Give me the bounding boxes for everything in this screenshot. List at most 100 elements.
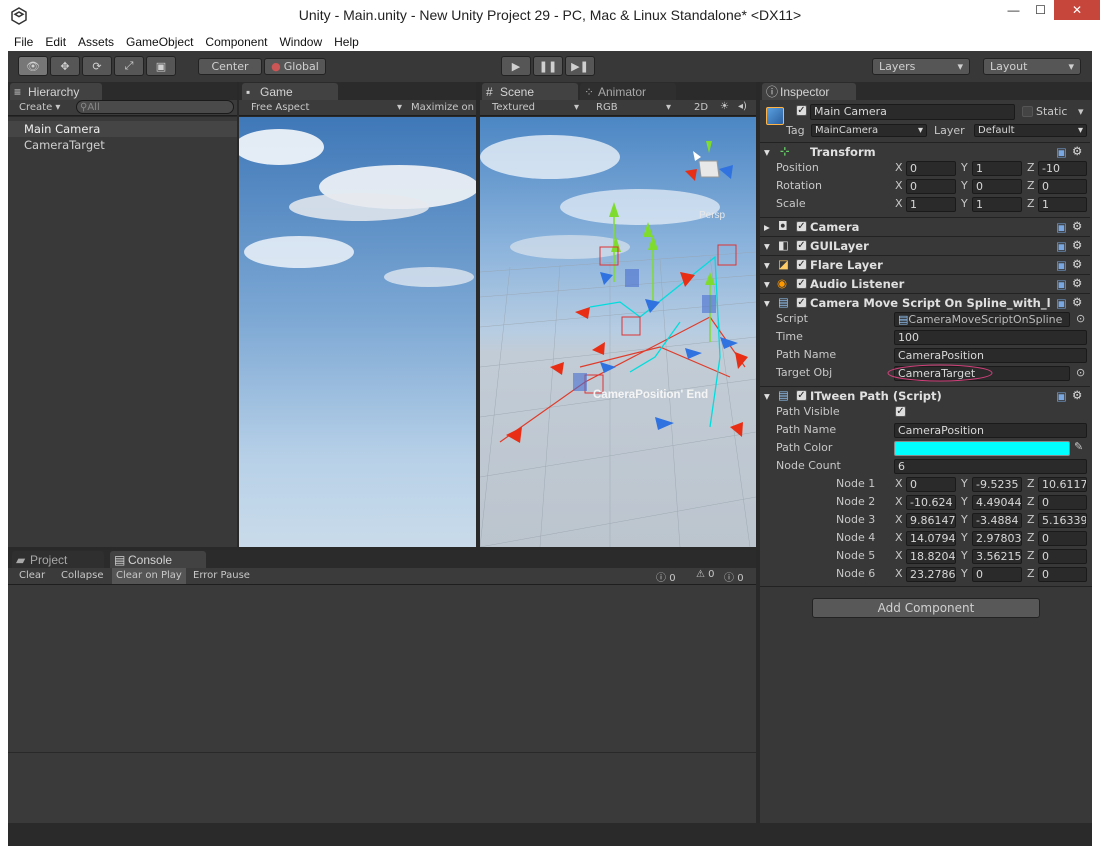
node-4-z-field[interactable]: 0 [1038,531,1087,546]
node-2-x-field[interactable]: -10.624 [906,495,956,510]
hierarchy-item-main-camera[interactable]: Main Camera [24,122,100,136]
menu-gameobject[interactable]: GameObject [120,35,199,49]
settings-gear-icon[interactable]: ⚙ [1072,219,1082,233]
node-2-y-field[interactable]: 4.49044 [972,495,1022,510]
add-component-button[interactable]: Add Component [812,598,1040,618]
node-4-x-field[interactable]: 14.0794 [906,531,956,546]
tab-game[interactable]: ▪ Game [242,83,338,101]
settings-gear-icon[interactable]: ⚙ [1072,295,1082,309]
help-icon[interactable]: ▣ [1056,296,1067,310]
menu-assets[interactable]: Assets [72,35,120,49]
node-1-x-field[interactable]: 0 [906,477,956,492]
pause-button[interactable]: ❚❚ [533,56,563,76]
scale-x-field[interactable]: 1 [906,197,956,212]
tab-inspector[interactable]: ⓘ Inspector [762,83,856,101]
console-log-area[interactable] [8,585,756,752]
tab-scene[interactable]: # Scene [482,83,578,101]
help-icon[interactable]: ▣ [1056,220,1067,234]
position-y-field[interactable]: 1 [972,161,1022,176]
static-checkbox[interactable] [1022,106,1033,117]
script-path-name-field[interactable]: CameraPosition [894,348,1087,363]
camera-move-script-header[interactable]: ▾ ▤ ✓ Camera Move Script On Spline_with_… [760,293,1090,311]
scale-z-field[interactable]: 1 [1038,197,1087,212]
time-field[interactable]: 100 [894,330,1087,345]
shading-dropdown[interactable]: Textured [492,102,535,113]
audio-listener-enabled-checkbox[interactable]: ✓ [796,278,807,289]
tab-console[interactable]: ▤ Console [110,551,206,569]
node-6-z-field[interactable]: 0 [1038,567,1087,582]
log-count-toggle[interactable]: ⓘ 0 [656,569,676,584]
guilayer-component-header[interactable]: ▾ ◧ ✓ GUILayer ▣ ⚙ [760,236,1090,254]
help-icon[interactable]: ▣ [1056,258,1067,272]
node-6-x-field[interactable]: 23.2786 [906,567,956,582]
play-button[interactable]: ▶ [501,56,531,76]
node-count-field[interactable]: 6 [894,459,1087,474]
rotation-x-field[interactable]: 0 [906,179,956,194]
static-dropdown[interactable]: ▾ [1078,105,1084,118]
object-name-field[interactable]: Main Camera [810,104,1015,120]
error-pause-toggle[interactable]: Error Pause [193,570,250,581]
rotation-z-field[interactable]: 0 [1038,179,1087,194]
node-3-y-field[interactable]: -3.4884 [972,513,1022,528]
layout-dropdown[interactable]: Layout ▾ [983,58,1081,75]
scene-gizmo-icon[interactable] [685,141,733,181]
audio-icon[interactable]: ◂) [738,101,747,112]
clear-on-play-toggle[interactable]: Clear on Play [112,568,186,584]
position-z-field[interactable]: -10 [1038,161,1087,176]
rotate-tool-button[interactable]: ⟳ [82,56,112,76]
position-x-field[interactable]: 0 [906,161,956,176]
collapse-button[interactable]: Collapse [61,570,104,581]
active-checkbox[interactable]: ✓ [796,105,807,116]
scale-y-field[interactable]: 1 [972,197,1022,212]
node-6-y-field[interactable]: 0 [972,567,1022,582]
scale-tool-button[interactable]: ⤢ [114,56,144,76]
menu-window[interactable]: Window [273,35,328,49]
audio-listener-component-header[interactable]: ▾ ◉ ✓ Audio Listener ▣ ⚙ [760,274,1090,292]
hierarchy-item-camera-target[interactable]: CameraTarget [24,138,105,152]
pivot-center-button[interactable]: Center [198,58,262,75]
rotation-y-field[interactable]: 0 [972,179,1022,194]
rgb-dropdown[interactable]: RGB [596,102,618,113]
help-icon[interactable]: ▣ [1056,145,1067,159]
menu-edit[interactable]: Edit [39,35,72,49]
node-5-z-field[interactable]: 0 [1038,549,1087,564]
hierarchy-search-input[interactable]: ⚲All [76,100,234,114]
step-button[interactable]: ▶❚ [565,56,595,76]
menu-component[interactable]: Component [199,35,273,49]
layer-dropdown[interactable]: Default ▾ [974,124,1087,137]
move-tool-button[interactable]: ✥ [50,56,80,76]
node-1-y-field[interactable]: -9.5235 [972,477,1022,492]
layers-dropdown[interactable]: Layers ▾ [872,58,970,75]
settings-gear-icon[interactable]: ⚙ [1072,388,1082,402]
scene-view[interactable]: Persp CameraPosition' End [479,117,757,548]
help-icon[interactable]: ▣ [1056,277,1067,291]
script-reference-field[interactable]: ▤CameraMoveScriptOnSpline [894,312,1070,327]
guilayer-enabled-checkbox[interactable]: ✓ [796,240,807,251]
camera-enabled-checkbox[interactable]: ✓ [796,221,807,232]
path-color-swatch[interactable] [894,441,1070,456]
node-1-z-field[interactable]: 10.6117 [1038,477,1087,492]
menu-file[interactable]: File [8,35,39,49]
pivot-global-button[interactable]: ● Global [264,58,326,75]
menu-help[interactable]: Help [328,35,365,49]
settings-gear-icon[interactable]: ⚙ [1072,257,1082,271]
flare-layer-component-header[interactable]: ▾ ◪ ✓ Flare Layer ▣ ⚙ [760,255,1090,273]
script-enabled-checkbox[interactable]: ✓ [796,297,807,308]
2d-toggle[interactable]: 2D [694,102,708,113]
node-5-y-field[interactable]: 3.56215 [972,549,1022,564]
settings-gear-icon[interactable]: ⚙ [1072,144,1082,158]
error-count-toggle[interactable]: ⓘ 0 [724,569,744,584]
view-tool-button[interactable]: 👁 [18,56,48,76]
path-visible-checkbox[interactable]: ✓ [895,406,906,417]
camera-component-header[interactable]: ▸ ◘ ✓ Camera ▣ ⚙ [760,217,1090,235]
help-icon[interactable]: ▣ [1056,389,1067,403]
itween-enabled-checkbox[interactable]: ✓ [796,390,807,401]
maximize-button[interactable]: ☐ [1027,0,1054,20]
tab-hierarchy[interactable]: ≡ Hierarchy [10,83,102,101]
help-icon[interactable]: ▣ [1056,239,1067,253]
maximize-on-play-toggle[interactable]: Maximize on [411,102,474,113]
flare-enabled-checkbox[interactable]: ✓ [796,259,807,270]
node-4-y-field[interactable]: 2.97803 [972,531,1022,546]
object-picker-icon[interactable]: ⊙ [1076,312,1085,325]
node-2-z-field[interactable]: 0 [1038,495,1087,510]
